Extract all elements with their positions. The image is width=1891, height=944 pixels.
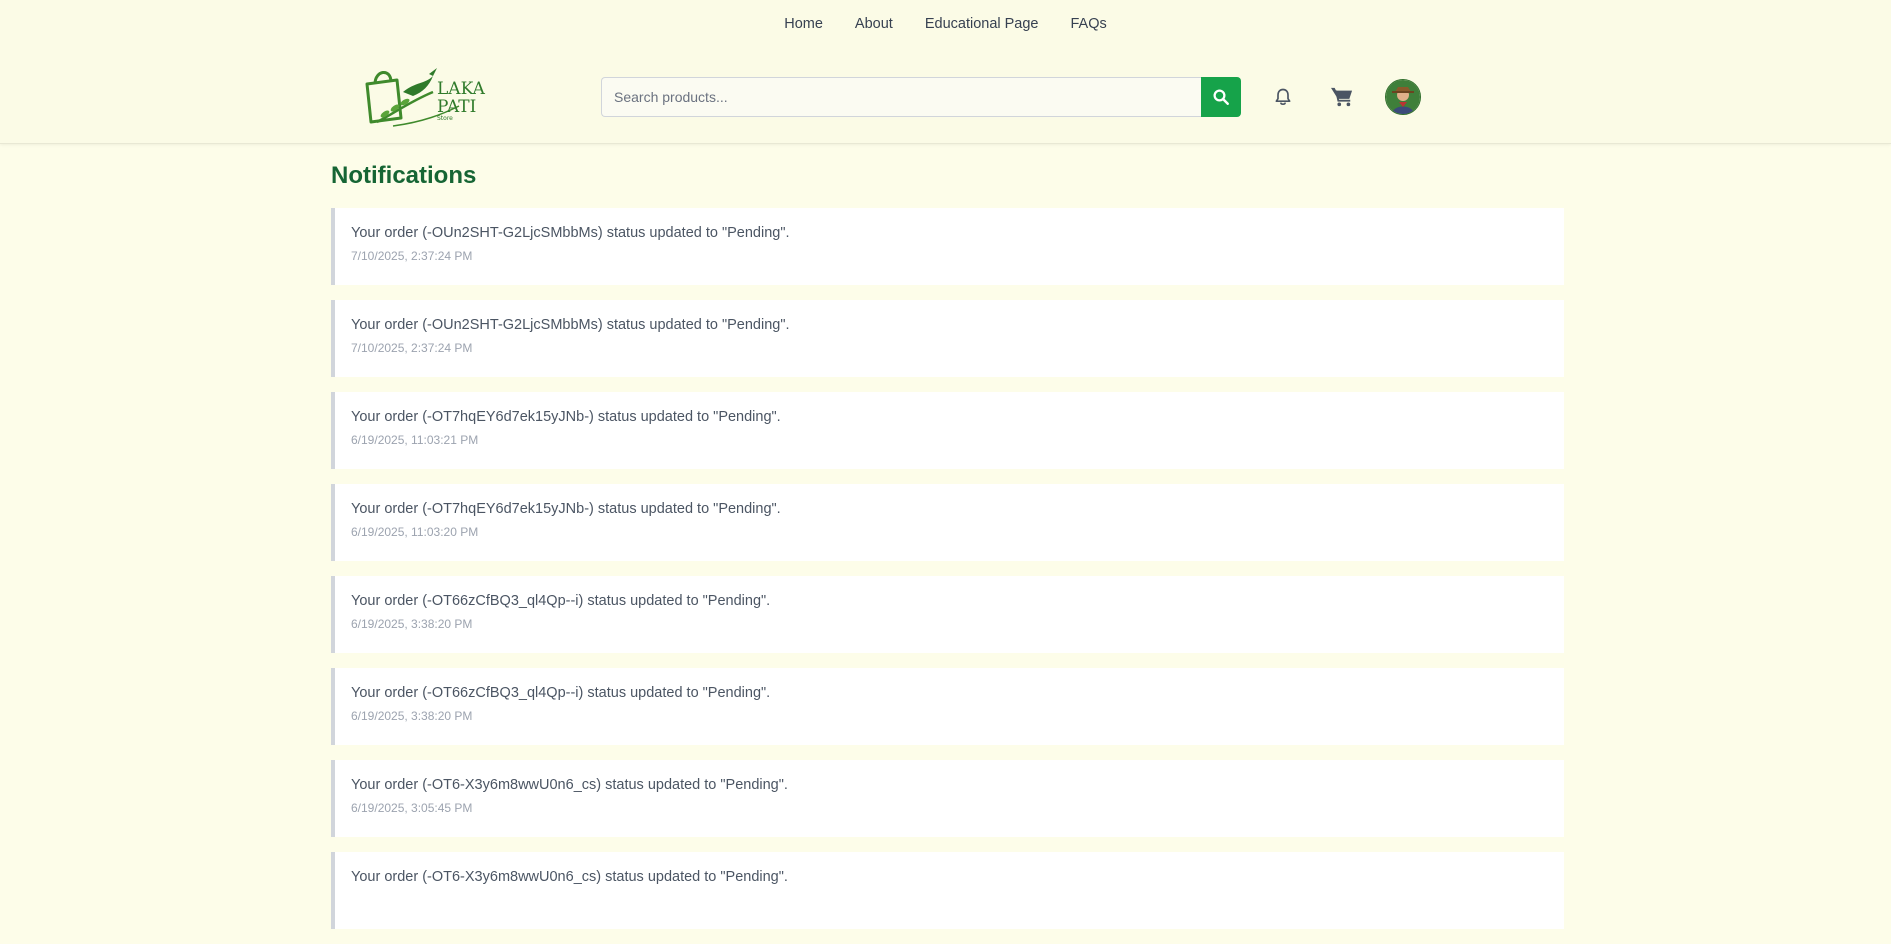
avatar[interactable] xyxy=(1385,79,1421,115)
notification-item[interactable]: Your order (-OT66zCfBQ3_ql4Qp--i) status… xyxy=(331,668,1564,745)
notification-timestamp: 6/19/2025, 11:03:20 PM xyxy=(351,525,479,539)
svg-text:LAKA: LAKA xyxy=(437,79,486,99)
notification-item[interactable]: Your order (-OT66zCfBQ3_ql4Qp--i) status… xyxy=(331,576,1564,653)
notification-timestamp: 7/10/2025, 2:37:24 PM xyxy=(351,341,473,355)
cart-icon xyxy=(1331,87,1353,107)
notification-item[interactable]: Your order (-OT6-X3y6m8wwU0n6_cs) status… xyxy=(331,760,1564,837)
top-nav: Home About Educational Page FAQs xyxy=(0,14,1891,34)
svg-text:Store: Store xyxy=(437,115,453,122)
notification-timestamp: 7/10/2025, 2:37:24 PM xyxy=(351,249,473,263)
site-header: Home About Educational Page FAQs LAKA PA… xyxy=(0,0,1891,144)
notification-item[interactable]: Your order (-OT6-X3y6m8wwU0n6_cs) status… xyxy=(331,852,1564,929)
notification-message: Your order (-OT6-X3y6m8wwU0n6_cs) status… xyxy=(351,777,788,793)
brand-logo[interactable]: LAKA PATI Store xyxy=(363,62,488,128)
notification-message: Your order (-OT66zCfBQ3_ql4Qp--i) status… xyxy=(351,685,771,701)
bell-icon xyxy=(1275,88,1291,106)
notification-item[interactable]: Your order (-OT7hqEY6d7ek15yJNb-) status… xyxy=(331,484,1564,561)
notification-message: Your order (-OUn2SHT-G2LjcSMbbMs) status… xyxy=(351,317,790,333)
user-avatar-image xyxy=(1386,80,1420,114)
notification-timestamp: 6/19/2025, 3:38:20 PM xyxy=(351,709,473,723)
notification-message: Your order (-OT7hqEY6d7ek15yJNb-) status… xyxy=(351,409,781,425)
search-icon xyxy=(1213,89,1229,105)
page-title: Notifications xyxy=(331,162,477,189)
notification-list: Your order (-OUn2SHT-G2LjcSMbbMs) status… xyxy=(331,208,1564,944)
notifications-button[interactable] xyxy=(1266,80,1300,114)
notification-message: Your order (-OT66zCfBQ3_ql4Qp--i) status… xyxy=(351,593,771,609)
notification-message: Your order (-OT7hqEY6d7ek15yJNb-) status… xyxy=(351,501,781,517)
notification-message: Your order (-OT6-X3y6m8wwU0n6_cs) status… xyxy=(351,869,788,885)
notification-item[interactable]: Your order (-OT7hqEY6d7ek15yJNb-) status… xyxy=(331,392,1564,469)
notification-timestamp: 6/19/2025, 11:03:21 PM xyxy=(351,433,479,447)
notification-item[interactable]: Your order (-OUn2SHT-G2LjcSMbbMs) status… xyxy=(331,300,1564,377)
nav-link-about[interactable]: About xyxy=(855,14,893,34)
svg-text:PATI: PATI xyxy=(437,97,476,117)
cart-button[interactable] xyxy=(1325,80,1359,114)
notification-item[interactable]: Your order (-OUn2SHT-G2LjcSMbbMs) status… xyxy=(331,208,1564,285)
notification-timestamp: 6/19/2025, 3:38:20 PM xyxy=(351,617,473,631)
nav-link-educational-page[interactable]: Educational Page xyxy=(925,14,1039,34)
notification-message: Your order (-OUn2SHT-G2LjcSMbbMs) status… xyxy=(351,225,790,241)
notification-timestamp: 6/19/2025, 3:05:45 PM xyxy=(351,801,473,815)
nav-link-home[interactable]: Home xyxy=(784,14,823,34)
search-bar xyxy=(601,77,1241,117)
logo-mark: LAKA PATI Store xyxy=(365,68,486,127)
search-input[interactable] xyxy=(601,77,1201,117)
search-button[interactable] xyxy=(1201,77,1241,117)
nav-link-faqs[interactable]: FAQs xyxy=(1071,14,1107,34)
